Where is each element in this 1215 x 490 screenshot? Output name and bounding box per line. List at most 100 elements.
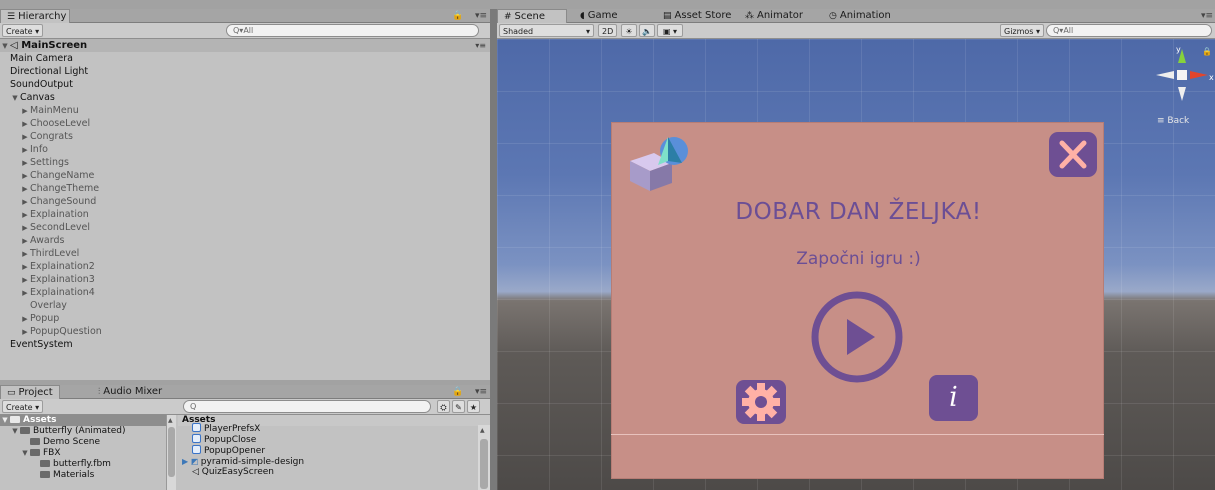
lock-icon[interactable]: 🔒 <box>452 385 463 399</box>
hierarchy-item[interactable]: Directional Light <box>0 65 490 78</box>
scroll-up-icon[interactable]: ▲ <box>168 417 173 424</box>
hierarchy-item[interactable]: ▶ Explaination <box>0 208 490 221</box>
asset-file-label: QuizEasyScreen <box>201 467 274 477</box>
lighting-toggle-icon[interactable]: ☀ <box>621 24 637 37</box>
toggle-2d-button[interactable]: 2D <box>598 24 618 37</box>
hierarchy-item-label: SoundOutput <box>10 79 73 90</box>
expand-arrow-icon[interactable]: ▼ <box>10 426 20 437</box>
tab-hierarchy[interactable]: ☰ Hierarchy <box>0 9 70 23</box>
file-list: PlayerPrefsX PopupClose PopupOpener ▶ ◩ pyr… <box>178 423 490 478</box>
hierarchy-item[interactable]: ▶ ChooseLevel <box>0 117 490 130</box>
hierarchy-item[interactable]: ▶ ChangeSound <box>0 195 490 208</box>
hierarchy-item[interactable]: ▶ Explaination4 <box>0 286 490 299</box>
hierarchy-item-label: Canvas <box>20 92 55 103</box>
tree-scrollbar[interactable]: ▲ <box>166 415 176 490</box>
favorite-star-icon[interactable]: ★ <box>467 400 480 413</box>
scene-search-input[interactable]: Q▾All <box>1046 24 1212 37</box>
expand-arrow-icon[interactable]: ▼ <box>20 448 30 459</box>
settings-button[interactable] <box>734 379 788 425</box>
gizmos-dropdown[interactable]: Gizmos ▾ <box>1000 24 1045 37</box>
tab-project[interactable]: ▭ Project <box>0 385 60 399</box>
hierarchy-item[interactable]: ▶ Explaination2 <box>0 260 490 273</box>
tree-folder-row[interactable]: ▼ Butterfly (Animated) <box>0 426 172 437</box>
panel-menu-icon[interactable]: ▾≡ <box>475 385 487 399</box>
hierarchy-item[interactable]: ▶ PopupQuestion <box>0 325 490 338</box>
close-icon <box>1059 140 1087 169</box>
hierarchy-item[interactable]: ▶ ChangeTheme <box>0 182 490 195</box>
hierarchy-item-label: Congrats <box>30 131 73 142</box>
hierarchy-item[interactable]: ▶ Congrats <box>0 130 490 143</box>
scroll-thumb[interactable] <box>480 439 488 489</box>
script-icon <box>192 445 201 454</box>
tab-animator[interactable]: ⁂ Animator <box>739 9 803 23</box>
asset-file-row[interactable]: ◁ QuizEasyScreen <box>178 467 490 478</box>
project-tree: ▼ Assets ▼ Butterfly (Animated) Demo Scene ▼… <box>0 415 172 490</box>
project-search-input[interactable]: Q <box>183 400 431 413</box>
asset-file-row[interactable]: ▶ ◩ pyramid-simple-design <box>178 456 490 467</box>
tab-animation[interactable]: ◷ Animation <box>823 9 891 23</box>
shading-mode-dropdown[interactable]: Shaded ▾ <box>499 24 594 37</box>
lock-icon[interactable]: 🔒 <box>452 9 463 23</box>
folder-icon: ▭ <box>7 388 16 398</box>
scene-row[interactable]: ▼ ◁ MainScreen ▾≡ <box>0 39 490 52</box>
hierarchy-item[interactable]: ▶ Explaination3 <box>0 273 490 286</box>
popup-panel: DOBAR DAN ŽELJKA! Započni igru :) i <box>611 122 1104 479</box>
tree-folder-row[interactable]: ▼ FBX <box>0 448 172 459</box>
gizmo-lock-icon[interactable]: 🔒 <box>1202 47 1212 56</box>
hierarchy-item[interactable]: ▶ Awards <box>0 234 490 247</box>
hierarchy-list: Main Camera Directional Light SoundOutput ▼… <box>0 52 490 351</box>
content-scrollbar[interactable]: ▲ <box>478 425 490 490</box>
hierarchy-item[interactable]: ▶ ThirdLevel <box>0 247 490 260</box>
tab-asset-store[interactable]: ▤ Asset Store <box>657 9 731 23</box>
expand-arrow-icon[interactable]: ▼ <box>0 415 10 426</box>
hierarchy-item[interactable]: ▶ MainMenu <box>0 104 490 117</box>
scene-tabbar: # Scene ◖ Game ▤ Asset Store ⁂ Animator ◷ Animati… <box>497 9 1215 23</box>
hierarchy-item[interactable]: SoundOutput <box>0 78 490 91</box>
tree-assets-row[interactable]: ▼ Assets <box>0 415 172 426</box>
tab-audio-mixer[interactable]: ⫶ Audio Mixer <box>92 385 162 399</box>
panel-menu-icon[interactable]: ▾≡ <box>1201 9 1213 23</box>
tree-folder-row[interactable]: Materials <box>0 470 172 481</box>
gizmo-neg-y-axis[interactable] <box>1178 87 1186 101</box>
gizmo-neg-x-axis[interactable] <box>1156 71 1174 79</box>
gizmo-back-label[interactable]: ≡ Back <box>1157 116 1189 126</box>
close-button[interactable] <box>1049 132 1097 177</box>
filter-type-icon[interactable]: ⛭ <box>437 400 450 413</box>
tree-folder-label: Demo Scene <box>43 437 101 447</box>
list-icon: ☰ <box>7 12 16 22</box>
tab-game[interactable]: ◖ Game <box>574 9 618 23</box>
hierarchy-item[interactable]: ▶ SecondLevel <box>0 221 490 234</box>
audio-toggle-icon[interactable]: 🔈 <box>639 24 655 37</box>
hierarchy-item[interactable]: ▶ ChangeName <box>0 169 490 182</box>
hierarchy-item[interactable]: Overlay <box>0 299 490 312</box>
scene-menu-icon[interactable]: ▾≡ <box>475 39 486 52</box>
filter-label-icon[interactable]: ✎ <box>452 400 465 413</box>
hierarchy-item-label: Popup <box>30 313 60 324</box>
hierarchy-item[interactable]: Main Camera <box>0 52 490 65</box>
scroll-up-icon[interactable]: ▲ <box>480 427 485 434</box>
scroll-thumb[interactable] <box>168 427 175 477</box>
panel-divider[interactable] <box>490 9 497 490</box>
hierarchy-search-input[interactable]: Q▾All <box>226 24 479 37</box>
gizmo-center-cube[interactable] <box>1177 70 1187 80</box>
hierarchy-item-label: Directional Light <box>10 66 89 77</box>
asset-file-row[interactable]: PopupClose <box>178 434 490 445</box>
hierarchy-item[interactable]: ▼ Canvas <box>0 91 490 104</box>
panel-menu-icon[interactable]: ▾≡ <box>475 9 487 23</box>
hierarchy-item[interactable]: ▶ Settings <box>0 156 490 169</box>
gizmo-x-axis[interactable] <box>1190 71 1208 79</box>
effects-dropdown-icon[interactable]: ▣ ▾ <box>657 24 683 37</box>
tree-folder-row[interactable]: Demo Scene <box>0 437 172 448</box>
asset-file-row[interactable]: PopupOpener <box>178 445 490 456</box>
hierarchy-item[interactable]: ▶ Popup <box>0 312 490 325</box>
play-button[interactable] <box>809 289 905 385</box>
hierarchy-item[interactable]: ▶ Info <box>0 143 490 156</box>
tree-folder-row[interactable]: butterfly.fbm <box>0 459 172 470</box>
create-button[interactable]: Create ▾ <box>2 24 44 37</box>
hierarchy-item-label: SecondLevel <box>30 222 91 233</box>
hierarchy-item[interactable]: EventSystem <box>0 338 490 351</box>
asset-file-row[interactable]: PlayerPrefsX <box>178 423 490 434</box>
tab-scene[interactable]: # Scene <box>497 9 567 23</box>
info-button[interactable]: i <box>929 375 978 421</box>
create-button[interactable]: Create ▾ <box>2 400 44 413</box>
